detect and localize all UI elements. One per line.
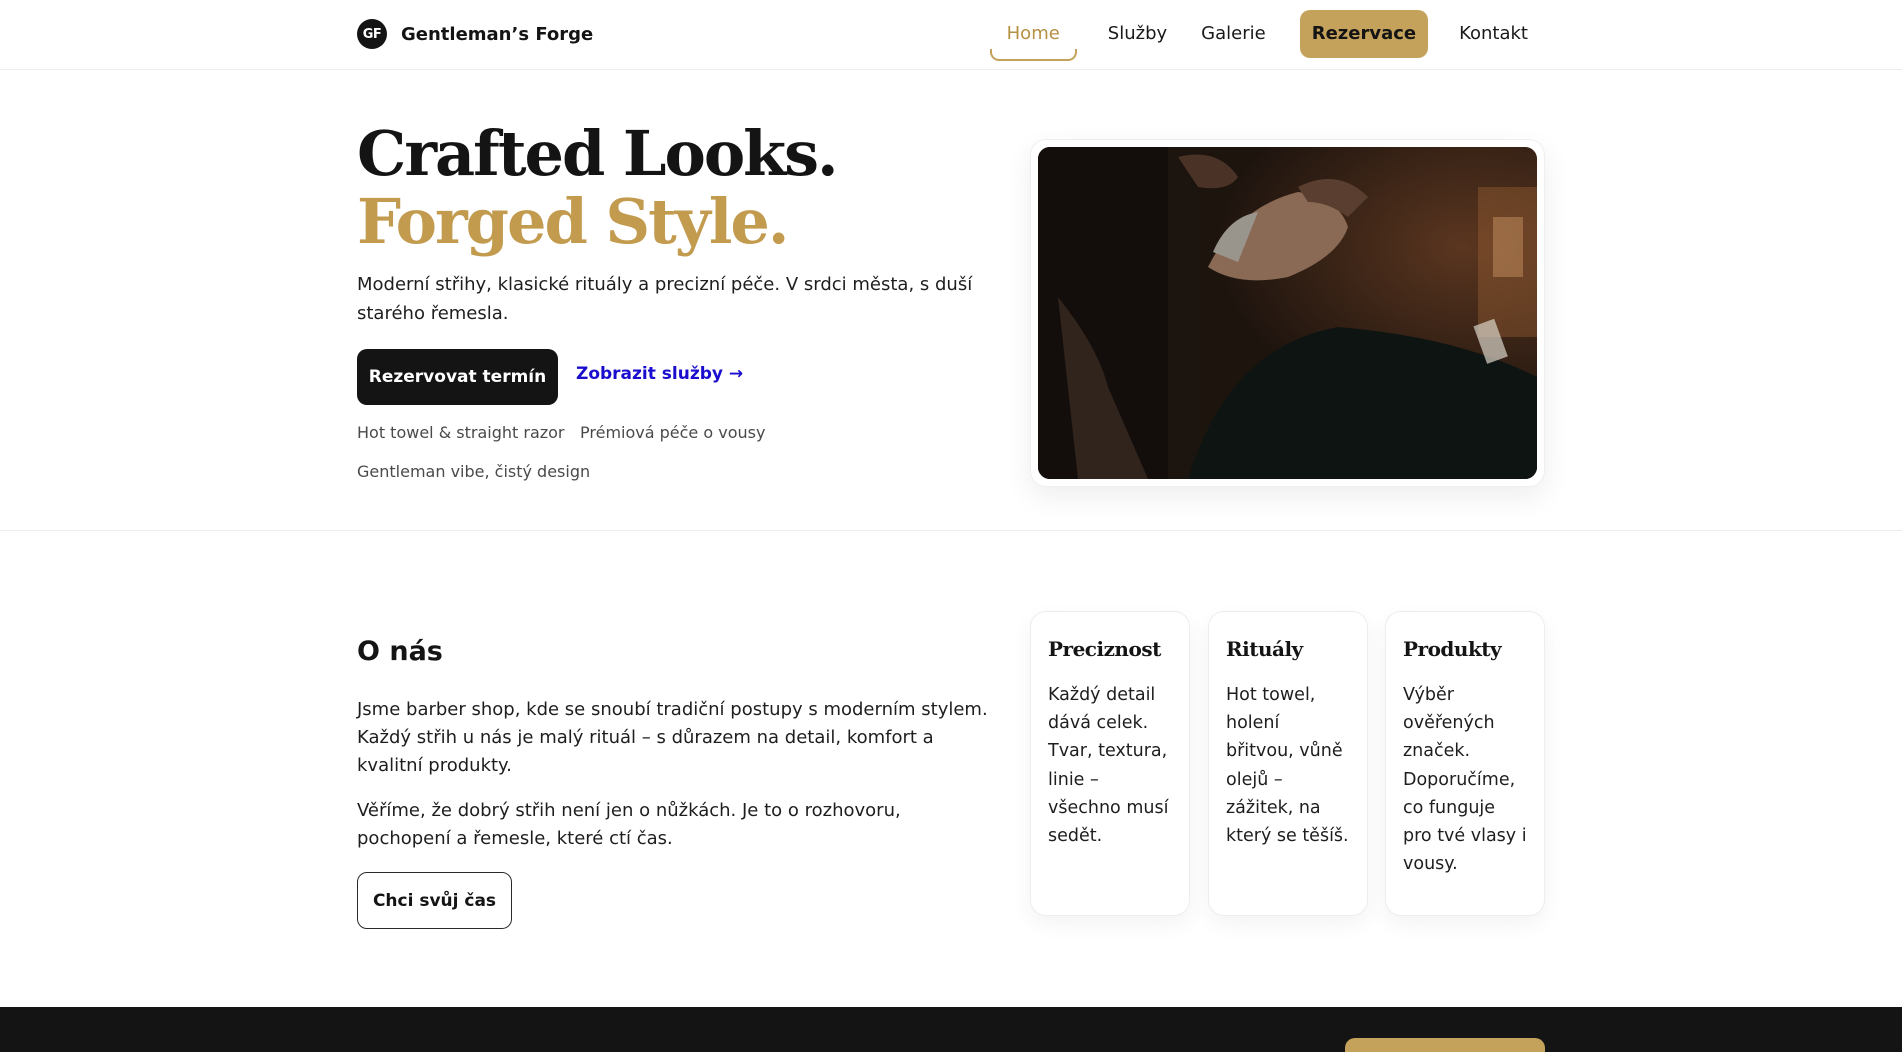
hero-tag: Gentleman vibe, čistý design: [357, 462, 591, 481]
hero-title-line1: Crafted Looks.: [357, 117, 839, 190]
card-text: Výběr ověřených značek. Doporučíme, co f…: [1403, 685, 1527, 875]
nav-home[interactable]: Home: [989, 10, 1077, 61]
feature-card-products: Produkty Výběr ověřených značek. Doporuč…: [1385, 611, 1545, 916]
view-services-link[interactable]: Zobrazit služby →: [576, 364, 743, 384]
feature-card-rituals: Rituály Hot towel, holení břitvou, vůně …: [1208, 611, 1368, 916]
nav-contact[interactable]: Kontakt: [1442, 10, 1545, 58]
hero-tag: Prémiová péče o vousy: [580, 423, 766, 442]
book-my-time-button[interactable]: Chci svůj čas: [357, 872, 512, 929]
about-title: O nás: [357, 636, 443, 667]
brand[interactable]: GF Gentleman’s Forge: [357, 18, 593, 50]
about-paragraph: Věříme, že dobrý střih není jen o nůžkác…: [357, 800, 901, 849]
hero-title: Crafted Looks. Forged Style.: [357, 117, 839, 258]
gold-button-partial[interactable]: [1345, 1038, 1545, 1052]
hero-title-line2: Forged Style.: [357, 185, 789, 258]
card-text: Každý detail dává celek. Tvar, textura, …: [1048, 685, 1169, 847]
brand-name: Gentleman’s Forge: [401, 23, 594, 45]
about-paragraph: Jsme barber shop, kde se snoubí tradiční…: [357, 699, 988, 776]
card-title: Produkty: [1403, 637, 1502, 661]
nav-reservation-button[interactable]: Rezervace: [1299, 10, 1429, 58]
brand-logo: GF: [357, 19, 387, 49]
hero-photo-barber-shave: [1038, 147, 1537, 479]
card-title: Rituály: [1226, 637, 1303, 661]
nav-services[interactable]: Služby: [1091, 10, 1184, 58]
card-title: Preciznost: [1048, 637, 1161, 661]
hero-tag: Hot towel & straight razor: [357, 423, 565, 442]
nav-gallery[interactable]: Galerie: [1184, 10, 1283, 58]
feature-card-precision: Preciznost Každý detail dává celek. Tvar…: [1030, 611, 1190, 916]
section-divider: [0, 530, 1902, 531]
card-text: Hot towel, holení břitvou, vůně olejů – …: [1226, 685, 1349, 847]
top-navigation-bar: [0, 0, 1902, 70]
dark-section: [0, 1007, 1902, 1052]
main-nav: Home Služby Galerie Rezervace Kontakt: [989, 10, 1545, 61]
book-appointment-button[interactable]: Rezervovat termín: [357, 349, 558, 405]
hero-subtitle: Moderní střihy, klasické rituály a preci…: [357, 274, 973, 324]
